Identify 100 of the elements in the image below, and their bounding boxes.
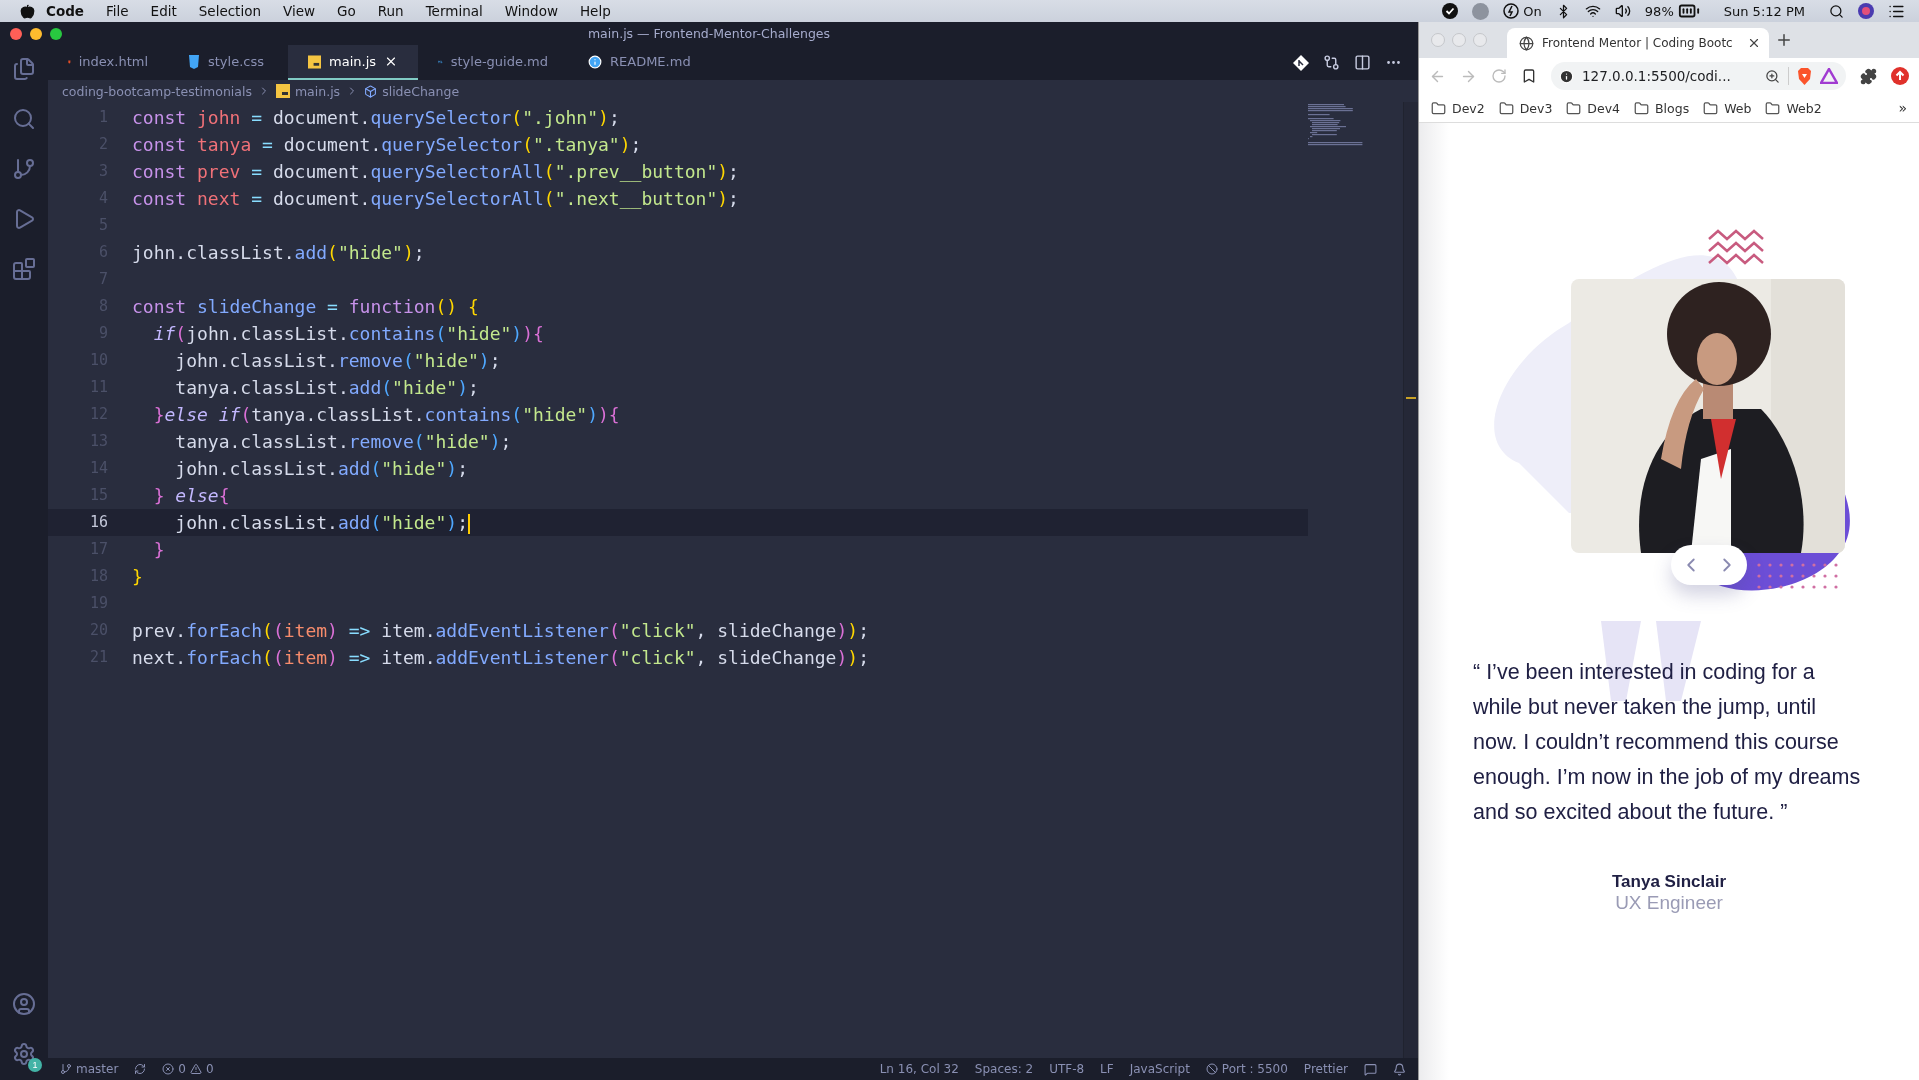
bookmark-folder[interactable]: Dev3 [1519,100,1553,116]
menu-item[interactable]: Terminal [414,3,494,19]
bell-icon[interactable] [1393,1062,1406,1076]
menu-item[interactable]: Run [366,3,415,19]
folder-icon[interactable] [1703,100,1719,116]
warning-count[interactable]: 0 [205,1062,214,1076]
editor-tab[interactable]: index.html [48,45,168,80]
zoom-window-button[interactable] [50,27,62,40]
bookmark-folder[interactable]: Blogs [1655,100,1690,116]
code-line: john.classList.add("hide"); [174,457,468,481]
status-item[interactable]: Ln 16, Col 32 [879,1062,959,1076]
branch-icon[interactable] [12,157,36,181]
symbol-icon [364,84,378,98]
code-line: const john = document.querySelector(".john"); [132,106,620,130]
code-line: }else if(tanya.classList.contains("hide")){ [152,403,620,427]
menu-item[interactable]: Window [493,3,569,19]
new-tab-icon[interactable] [1775,31,1793,49]
folder-icon[interactable] [1498,100,1514,116]
code-line: const next = document.querySelectorAll(".next__button"); [132,187,739,211]
volume-icon[interactable] [1614,3,1631,19]
live-server-status[interactable]: Port : 5500 [1221,1062,1288,1076]
settings-icon[interactable] [12,1042,36,1066]
folder-icon[interactable] [1566,100,1582,116]
close-window-button[interactable] [10,27,22,40]
branch-icon[interactable] [60,1063,72,1075]
status-item[interactable]: JavaScript [1129,1062,1190,1076]
diamond-icon[interactable] [1293,54,1309,71]
upload-icon[interactable] [1891,67,1909,85]
browser-tab[interactable]: Frontend Mentor | Coding Bootc [1507,28,1769,58]
editor-tab[interactable]: README.md [568,45,728,80]
status-item[interactable]: Prettier [1303,1062,1348,1076]
editor-tab[interactable]: main.js [288,45,418,80]
siri-icon[interactable] [1858,3,1874,19]
files-icon[interactable] [12,57,36,81]
bookmark-folder[interactable]: Web2 [1786,100,1822,116]
menu-item[interactable]: Selection [187,3,272,19]
sync-icon[interactable] [134,1063,147,1075]
editor-tab[interactable]: style-guide.md [418,45,568,80]
menu-item[interactable]: Help [568,3,622,19]
code-line: const tanya = document.querySelector(".tanya"); [132,133,642,157]
error-icon[interactable] [162,1063,175,1075]
app-menu[interactable]: Code [35,3,95,19]
more-bookmarks-button[interactable]: » [1898,100,1907,116]
text-cursor [468,514,470,534]
code-line: if(john.classList.contains("hide")){ [152,322,544,346]
status-item[interactable]: LF [1100,1062,1114,1076]
status-item[interactable]: UTF-8 [1049,1062,1085,1076]
code-line: tanya.classList.add("hide"); [174,376,479,400]
account-icon[interactable] [12,992,36,1016]
breadcrumb-item[interactable]: slideChange [364,83,460,99]
triangle-icon[interactable] [1820,68,1838,84]
bookmark-folder[interactable]: Web [1724,100,1752,116]
focus-status: On [1523,3,1542,19]
compare-icon[interactable] [1323,54,1340,71]
line-number: 16 [88,512,109,533]
code-line: } [152,538,165,562]
address-bar[interactable]: 127.0.0.1:5500/codi... [1551,62,1846,90]
code-line: tanya.classList.remove("hide"); [174,430,512,454]
search-icon[interactable] [1829,3,1844,19]
folder-icon[interactable] [1634,100,1649,116]
minimize-window-button[interactable] [30,27,42,40]
bookmark-icon[interactable] [1521,68,1537,84]
bookmark-folder[interactable]: Dev4 [1587,100,1620,116]
warning-icon[interactable] [189,1063,202,1075]
code-line: } [132,565,143,589]
editor-tab[interactable]: style.css [168,45,288,80]
code-line: john.classList.add("hide"); [174,511,470,536]
globe-icon [1519,35,1534,51]
split-editor-icon[interactable] [1354,54,1371,71]
branch-name[interactable]: master [76,1062,119,1076]
bookmark-folder[interactable]: Dev2 [1452,100,1485,116]
info-icon [1559,68,1574,84]
extensions-icon[interactable] [12,257,36,281]
breadcrumb-item[interactable]: main.js [275,83,341,99]
power-icon[interactable] [1503,3,1520,19]
menu-item[interactable]: Edit [139,3,188,19]
info-icon [588,54,602,69]
wifi-icon[interactable] [1584,3,1601,19]
breadcrumb-item[interactable]: coding-bootcamp-testimonials [62,83,252,99]
lion-shield-icon[interactable] [1797,67,1812,85]
battery-percent: 98% [1644,3,1674,19]
folder-icon[interactable] [1431,100,1446,116]
menu-item[interactable]: Go [326,3,367,19]
status-item[interactable]: Spaces: 2 [974,1062,1034,1076]
feedback-icon[interactable] [1364,1062,1377,1076]
apple-icon[interactable] [20,3,35,19]
js-file-icon [275,84,290,98]
blocked-icon[interactable] [1205,1063,1218,1075]
close-tab-icon[interactable] [1747,36,1761,50]
zoom-icon[interactable] [1765,68,1780,84]
menu-item[interactable]: File [95,3,140,19]
code-line: john.classList.add("hide"); [132,241,425,265]
menu-item[interactable]: View [272,3,327,19]
testimonial-quote: “ I’ve been interested in coding for a while but never taken the jump, until now. I couldn’t recommend this course enough. I’m now in the job of my dreams and so excited about the future. ” [1473,655,1865,830]
folder-icon[interactable] [1765,100,1781,116]
menu-clock[interactable]: Sun 5:12 PM [1723,3,1805,19]
error-count[interactable]: 0 [178,1062,186,1076]
puzzle-icon[interactable] [1860,67,1877,85]
checkmark-shield-icon[interactable] [1442,3,1459,19]
close-tab-icon[interactable] [384,54,398,69]
